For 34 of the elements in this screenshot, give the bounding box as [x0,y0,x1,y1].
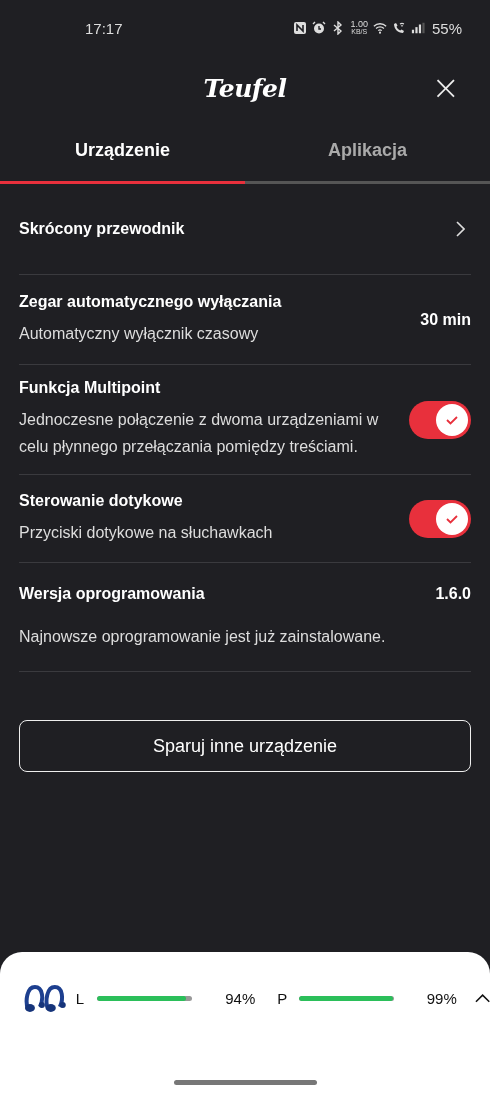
signal-icon [410,21,425,35]
toggle-switch[interactable] [409,400,471,439]
earbud-label: P [277,989,289,1007]
setting-title: Funkcja Multipoint [19,379,162,397]
tab[interactable]: Urządzenie [0,120,245,184]
speed-value: 1.00 [350,20,368,28]
setting-title: Sterowanie dotykowe [19,491,184,510]
earbud-label: L [75,989,86,1007]
battery-percent: 94% [224,989,256,1007]
clock-time: 17:17 [85,19,123,37]
chevron-right-icon [455,221,465,237]
battery-percent: 55% [431,19,462,37]
setting-description: Najnowsze oprogramowanie jest już zainstalowane. [19,626,387,647]
wifi-icon [372,21,387,35]
settings-row[interactable]: Skrócony przewodnik [19,184,471,275]
alarm-icon [312,21,327,35]
battery-percent: 99% [425,989,457,1007]
setting-description: Jednoczesne połączenie z dwoma urządzeniami w celu płynnego przełączania pomiędzy treściami. [19,410,380,457]
setting-value: 1.6.0 [435,584,471,603]
toggle-switch[interactable] [409,499,471,538]
phone-wifi-icon [391,21,406,35]
setting-title: Skrócony przewodnik [19,220,185,238]
setting-description: Automatyczny wyłącznik czasowy [19,323,260,344]
brand-logo: Teufel [203,73,287,103]
nfc-icon [293,21,308,35]
setting-value: 30 min [420,310,471,329]
setting-description: Przyciski dotykowe na słuchawkach [19,522,273,543]
earbuds-icon [24,982,68,1014]
chevron-up-icon [474,993,490,1003]
pair-device-button[interactable]: Sparuj inne urządzenie [19,720,471,772]
close-button[interactable]: × [427,70,464,104]
tab[interactable]: Aplikacja [245,120,490,184]
setting-title: Wersja oprogramowania [19,584,205,603]
setting-title: Zegar automatycznego wyłączania [19,292,282,311]
